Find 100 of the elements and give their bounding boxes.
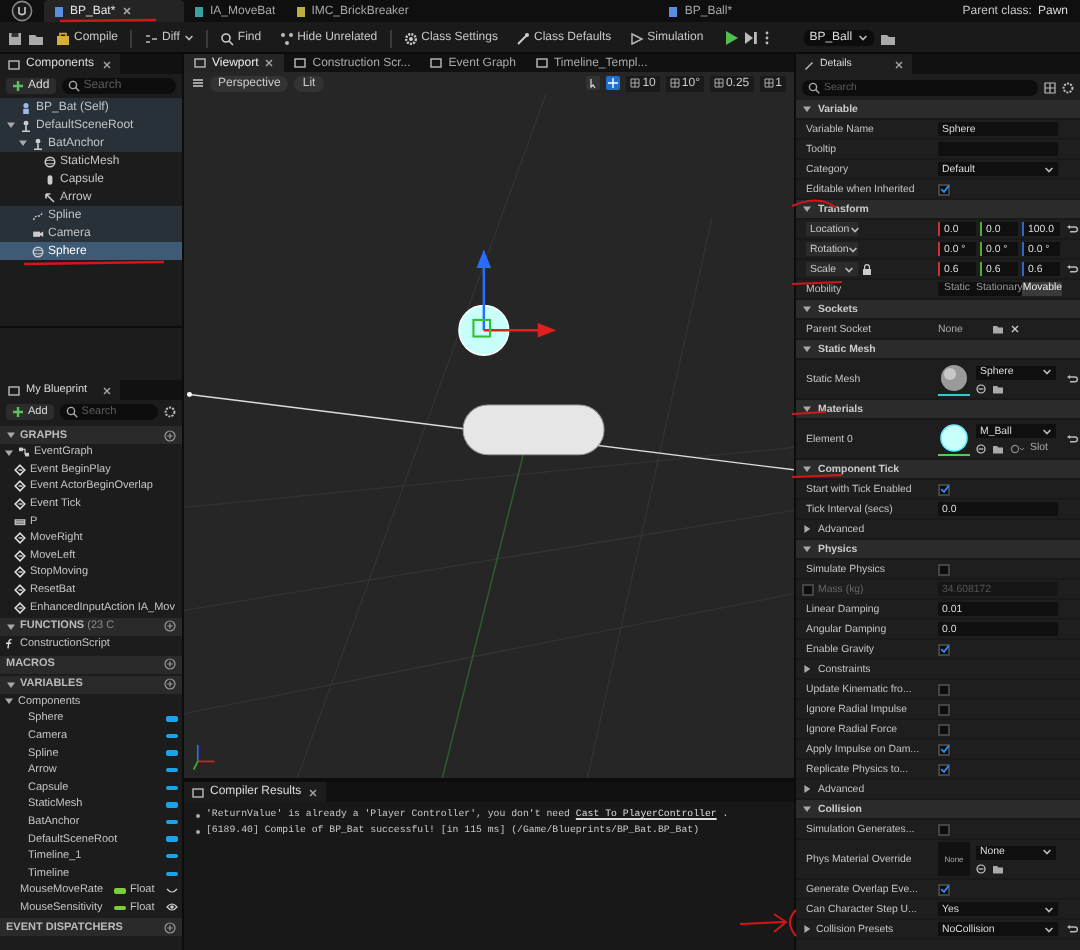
checkbox[interactable] (938, 703, 950, 715)
expander-arrow-icon[interactable] (802, 404, 812, 414)
expander-arrow-icon[interactable] (802, 304, 812, 314)
checkbox[interactable] (938, 723, 950, 735)
expander-arrow-icon[interactable] (802, 344, 812, 354)
capsule-icon (44, 173, 56, 185)
more-options-icon[interactable] (763, 30, 770, 46)
checkbox[interactable] (938, 183, 950, 195)
settings-icon[interactable] (164, 406, 176, 418)
use-selected-icon[interactable] (976, 863, 986, 873)
event-node-icon (14, 549, 26, 562)
close-icon[interactable] (102, 59, 112, 69)
close-icon[interactable] (102, 385, 112, 395)
save-icon[interactable] (8, 31, 22, 45)
sphere-mesh (458, 304, 510, 356)
expander-arrow-icon[interactable] (802, 104, 812, 114)
expander-arrow-icon[interactable] (6, 120, 16, 130)
close-icon[interactable] (264, 58, 275, 68)
browse-icon[interactable] (992, 863, 1004, 873)
expander-arrow-icon[interactable] (802, 544, 812, 554)
add-icon[interactable] (164, 620, 176, 633)
annotation-arrow (739, 913, 788, 933)
function-icon (4, 638, 16, 651)
reset-arrow-icon[interactable] (1066, 374, 1078, 384)
plus-icon (12, 80, 24, 92)
expander-arrow-icon[interactable] (4, 696, 14, 707)
expander-arrow-icon[interactable] (802, 784, 812, 794)
expander-arrow-icon[interactable] (6, 679, 16, 690)
options-icon[interactable] (1010, 443, 1024, 453)
close-icon[interactable] (307, 787, 318, 797)
reset-arrow-icon[interactable] (1066, 924, 1078, 934)
checkbox[interactable] (938, 763, 950, 775)
reset-arrow-icon[interactable] (1066, 224, 1078, 234)
annotation-line (791, 281, 843, 285)
move-tool-icon[interactable] (606, 76, 621, 90)
arrow-icon (44, 191, 56, 203)
add-icon[interactable] (164, 658, 176, 671)
browse-icon[interactable] (992, 443, 1004, 453)
checkbox[interactable] (938, 823, 950, 835)
close-icon[interactable] (121, 6, 132, 16)
play-icon[interactable] (723, 30, 738, 46)
expander-arrow-icon[interactable] (802, 924, 812, 934)
search-icon (808, 81, 820, 93)
sphere-mesh-icon (32, 245, 44, 257)
axis-indicator (192, 744, 216, 771)
step-icon[interactable] (743, 30, 758, 46)
select-tool-icon[interactable] (586, 76, 601, 90)
checkbox[interactable] (938, 643, 950, 655)
expander-arrow-icon[interactable] (802, 464, 812, 474)
browse-icon[interactable] (992, 383, 1004, 393)
add-icon[interactable] (164, 921, 176, 934)
expander-arrow-icon[interactable] (6, 430, 16, 440)
expander-arrow-icon[interactable] (802, 204, 812, 214)
caret-icon (1044, 905, 1054, 913)
settings-icon (403, 31, 418, 45)
checkbox[interactable] (938, 883, 950, 895)
tab-icon (194, 58, 206, 68)
caret-icon (1042, 848, 1052, 856)
browse-icon[interactable] (880, 31, 897, 45)
browse-icon[interactable] (992, 324, 1004, 334)
asset-icon (194, 5, 204, 17)
grid-icon (763, 78, 774, 88)
settings-icon[interactable] (1062, 81, 1074, 93)
checkbox[interactable] (802, 583, 814, 595)
reset-arrow-icon[interactable] (1066, 434, 1078, 444)
annotation-line (24, 260, 164, 266)
reset-arrow-icon[interactable] (1066, 264, 1078, 274)
close-icon[interactable] (894, 59, 904, 69)
checkbox[interactable] (938, 483, 950, 495)
browse-icon[interactable] (28, 31, 44, 45)
clear-icon[interactable] (1010, 324, 1020, 334)
caret-icon (848, 245, 859, 253)
annotation-line (789, 909, 797, 937)
event-node-icon (14, 498, 26, 511)
use-selected-icon[interactable] (976, 443, 986, 453)
event-node-icon (14, 532, 26, 545)
expander-arrow-icon[interactable] (4, 447, 14, 458)
add-icon[interactable] (164, 678, 176, 691)
caret-icon (849, 225, 860, 233)
grid-icon (630, 78, 641, 88)
eye-icon[interactable] (166, 902, 178, 913)
expander-arrow-icon[interactable] (6, 621, 16, 632)
menu-icon[interactable] (192, 78, 204, 88)
search-icon (65, 406, 78, 418)
expander-arrow-icon[interactable] (802, 524, 812, 534)
mesh-thumbnail (938, 362, 970, 396)
panel-icon (8, 385, 20, 395)
use-selected-icon[interactable] (976, 383, 986, 393)
expander-arrow-icon[interactable] (802, 664, 812, 674)
checkbox[interactable] (938, 563, 950, 575)
sliders-icon (515, 31, 530, 45)
expander-arrow-icon[interactable] (802, 804, 812, 814)
add-icon[interactable] (164, 429, 176, 441)
lock-icon[interactable] (862, 263, 872, 275)
closed-eye-icon[interactable] (166, 885, 178, 896)
expander-arrow-icon[interactable] (18, 138, 28, 148)
table-view-icon[interactable] (1044, 81, 1056, 93)
tab-icon (535, 58, 548, 68)
checkbox[interactable] (938, 743, 950, 755)
checkbox[interactable] (938, 683, 950, 695)
